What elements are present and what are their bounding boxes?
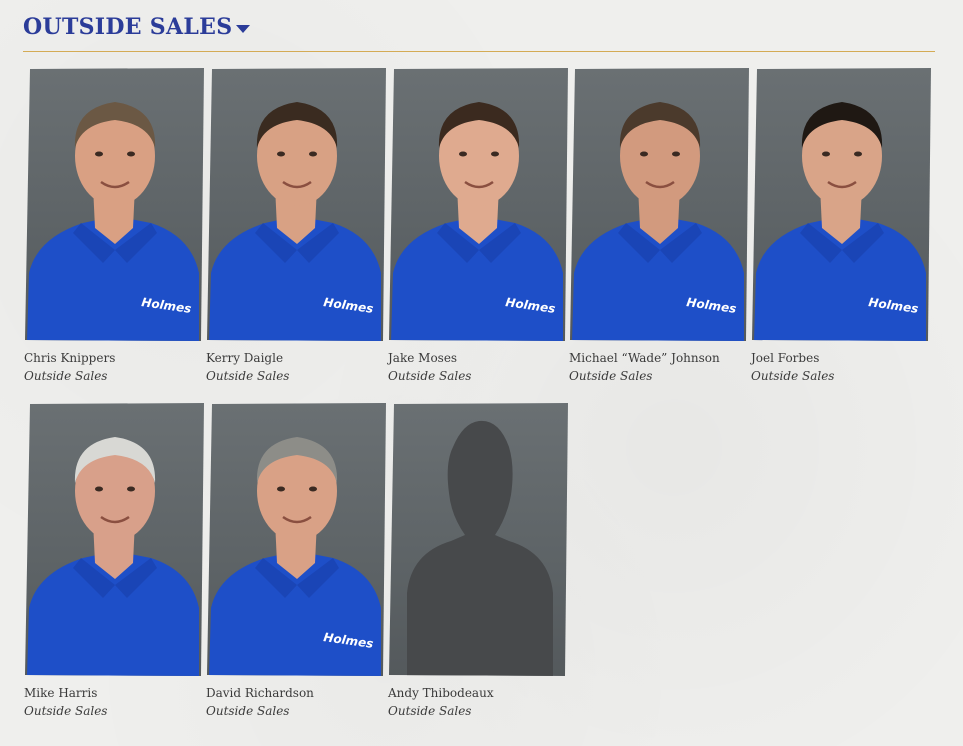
section-toggle[interactable]: OUTSIDE SALES (23, 12, 251, 42)
staff-name: Andy Thibodeaux (388, 686, 494, 700)
staff-photo: Holmes (752, 68, 931, 341)
staff-name: Michael “Wade” Johnson (569, 351, 720, 365)
staff-name: Mike Harris (24, 686, 98, 700)
headshot-image: Holmes (27, 102, 199, 341)
headshot-image: Holmes (209, 437, 381, 676)
caret-down-icon[interactable] (236, 24, 251, 33)
headshot-image: Holmes (572, 102, 744, 341)
headshot-image: Holmes (754, 102, 926, 341)
staff-photo (389, 403, 568, 676)
headshot-image: Holmes (391, 102, 563, 341)
staff-photo: Holmes (570, 68, 749, 341)
placeholder-silhouette-icon (407, 420, 553, 676)
staff-name: David Richardson (206, 686, 314, 700)
section-title: OUTSIDE SALES (23, 14, 233, 40)
staff-role: Outside Sales (206, 369, 290, 383)
section-divider (23, 51, 935, 52)
staff-role: Outside Sales (24, 704, 108, 718)
staff-name: Jake Moses (388, 351, 458, 365)
staff-name: Kerry Daigle (206, 351, 284, 365)
staff-photo: Holmes (207, 68, 386, 341)
staff-role: Outside Sales (206, 704, 290, 718)
staff-photo (25, 403, 204, 676)
staff-role: Outside Sales (388, 369, 472, 383)
staff-name: Joel Forbes (751, 351, 820, 365)
staff-role: Outside Sales (751, 369, 835, 383)
staff-photo: Holmes (207, 403, 386, 676)
staff-name: Chris Knippers (24, 351, 116, 365)
staff-role: Outside Sales (569, 369, 653, 383)
headshot-image (27, 437, 199, 676)
staff-photo: Holmes (25, 68, 204, 341)
staff-role: Outside Sales (24, 369, 108, 383)
headshot-image: Holmes (209, 102, 381, 341)
staff-photo: Holmes (389, 68, 568, 341)
staff-role: Outside Sales (388, 704, 472, 718)
